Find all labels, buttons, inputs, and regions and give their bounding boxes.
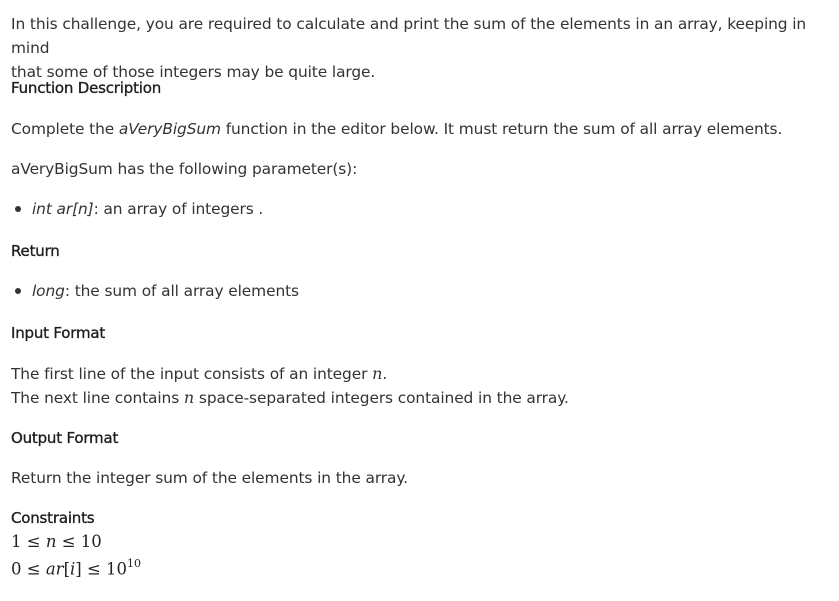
- text-segment: The next line contains: [11, 389, 184, 407]
- param-type: int ar[n]: [32, 200, 94, 218]
- intro-line-1: In this challenge, you are required to c…: [11, 15, 807, 57]
- constraint-n: 1 ≤ n ≤ 10: [11, 530, 141, 553]
- math-exponent: 10: [127, 557, 142, 570]
- text-segment: space-separated integers contained in th…: [194, 389, 569, 407]
- text-segment: Complete the: [11, 120, 119, 138]
- bullet-icon: [15, 206, 21, 212]
- return-item: long: the sum of all array elements: [11, 279, 299, 303]
- return-type: long: [32, 282, 65, 300]
- input-format-text: The first line of the input consists of …: [11, 362, 569, 410]
- input-format-line-1: The first line of the input consists of …: [11, 362, 569, 386]
- text-segment: .: [382, 365, 388, 383]
- output-format-text: Return the integer sum of the elements i…: [11, 469, 408, 487]
- bullet-icon: [15, 288, 21, 294]
- param-list: int ar[n]: an array of integers .: [11, 197, 263, 221]
- text-segment: function in the editor below. It must re…: [220, 120, 783, 138]
- math-var-ar: ar: [45, 559, 64, 579]
- math-var-n: n: [45, 532, 57, 551]
- param-desc: : an array of integers .: [93, 200, 264, 218]
- heading-output-format: Output Format: [11, 429, 119, 447]
- problem-statement: In this challenge, you are required to c…: [0, 0, 839, 601]
- function-name: aVeryBigSum: [118, 120, 221, 138]
- heading-constraints: Constraints: [11, 509, 95, 527]
- math-var-n: n: [372, 364, 383, 383]
- intro-paragraph: In this challenge, you are required to c…: [11, 12, 839, 84]
- math-text: 1 ≤: [11, 532, 46, 551]
- math-text: ≤ 10: [56, 532, 102, 551]
- text-segment: The first line of the input consists of …: [11, 365, 373, 383]
- math-var-n: n: [183, 388, 195, 407]
- constraints-list: 1 ≤ n ≤ 10 0 ≤ ar[i] ≤ 1010: [11, 530, 141, 581]
- heading-return: Return: [11, 242, 60, 260]
- return-list: long: the sum of all array elements: [11, 279, 299, 303]
- return-desc: : the sum of all array elements: [64, 282, 299, 300]
- param-item: int ar[n]: an array of integers .: [11, 197, 263, 221]
- constraint-ar: 0 ≤ ar[i] ≤ 1010: [11, 553, 141, 581]
- input-format-line-2: The next line contains n space-separated…: [11, 386, 569, 410]
- function-description-text: Complete the aVeryBigSum function in the…: [11, 117, 782, 141]
- params-intro: aVeryBigSum has the following parameter(…: [11, 160, 358, 178]
- math-text: 0 ≤: [11, 559, 46, 579]
- heading-input-format: Input Format: [11, 324, 106, 342]
- heading-function-description: Function Description: [11, 79, 162, 97]
- math-text: ≤ 10: [81, 559, 128, 579]
